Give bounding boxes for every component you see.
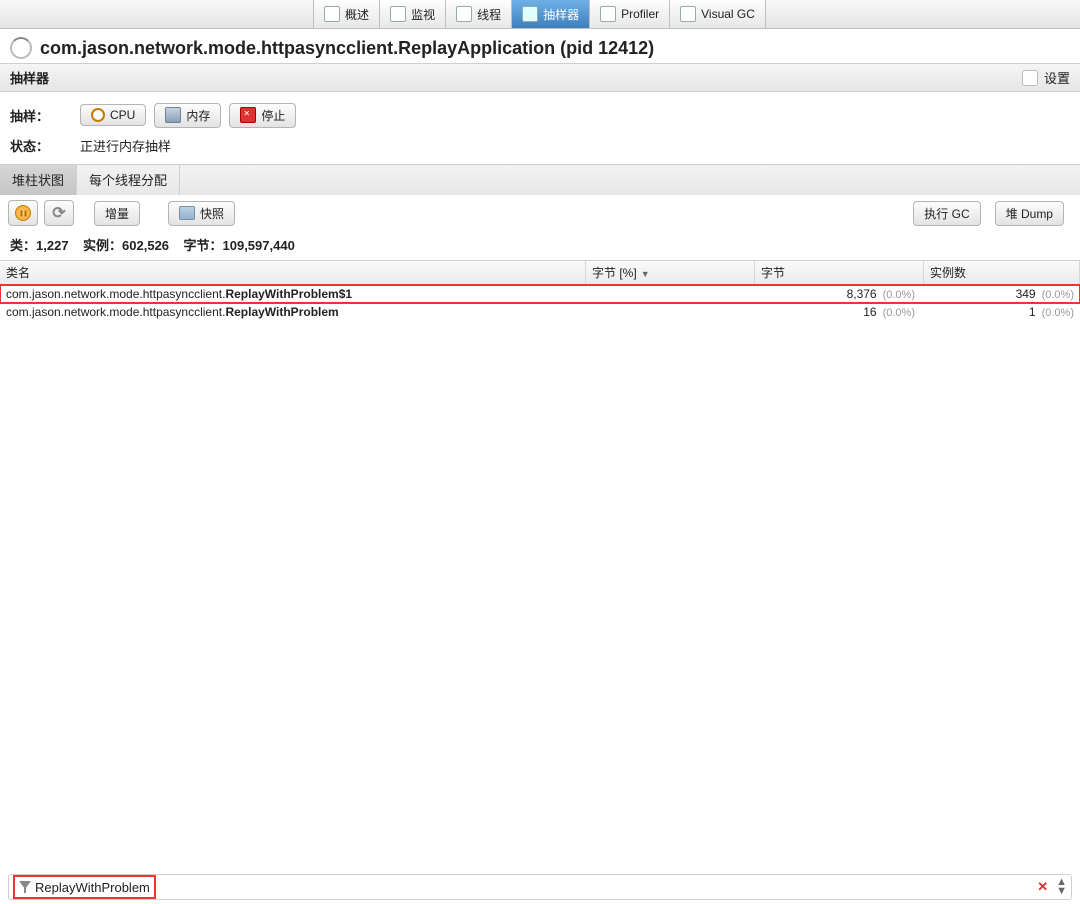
tab-sampler[interactable]: 抽样器 [511, 0, 590, 28]
perform-gc-button[interactable]: 执行 GC [913, 201, 980, 226]
section-name: 抽样器 [10, 68, 49, 87]
pause-icon [15, 205, 31, 221]
btn-label: 执行 GC [924, 205, 969, 222]
col-bytes[interactable]: 字节 [755, 261, 924, 284]
sort-desc-icon: ▼ [641, 269, 650, 279]
cell-bytes: 16(0.0%) [753, 304, 921, 320]
refresh-icon [52, 203, 65, 223]
settings-label: 设置 [1044, 68, 1070, 87]
tab-label: 抽样器 [543, 6, 579, 23]
overview-icon [324, 6, 340, 22]
profiler-icon [600, 6, 616, 22]
cell-bytes-pct [585, 311, 753, 313]
stats-summary: 类：1,227 实例：602,526 字节：109,597,440 [0, 231, 1080, 260]
tab-label: 监视 [411, 6, 435, 23]
tab-overview[interactable]: 概述 [313, 0, 380, 28]
cell-bytes: 8,376(0.0%) [753, 286, 921, 302]
classes-value: 1,227 [36, 238, 69, 253]
filter-icon [19, 881, 31, 893]
memory-sample-button[interactable]: 内存 [154, 103, 221, 128]
cpu-icon [91, 108, 105, 122]
section-header: 抽样器 设置 [0, 63, 1080, 92]
classes-label: 类： [10, 238, 36, 253]
cpu-sample-button[interactable]: CPU [80, 104, 146, 126]
status-label: 状态： [10, 136, 80, 155]
subtab-per-thread[interactable]: 每个线程分配 [77, 165, 180, 195]
col-instances[interactable]: 实例数 [924, 261, 1080, 284]
btn-label: 增量 [105, 205, 129, 222]
filter-highlight: ReplayWithProblem [13, 875, 156, 899]
instances-value: 602,526 [122, 238, 169, 253]
filter-input[interactable]: ReplayWithProblem [35, 880, 150, 895]
visualgc-icon [680, 6, 696, 22]
col-bytes-pct[interactable]: 字节 [%]▼ [586, 261, 755, 284]
tab-threads[interactable]: 线程 [445, 0, 512, 28]
refresh-button[interactable] [44, 200, 74, 226]
filter-bar: ReplayWithProblem ✕ ▲▼ [8, 874, 1072, 900]
settings-checkbox[interactable] [1022, 70, 1038, 86]
snapshot-icon [179, 206, 195, 220]
table-body: com.jason.network.mode.httpasyncclient.R… [0, 285, 1080, 321]
cell-instances: 1(0.0%) [921, 304, 1080, 320]
table-row[interactable]: com.jason.network.mode.httpasyncclient.R… [0, 303, 1080, 321]
histogram-toolbar: 增量 快照 执行 GC 堆 Dump [0, 195, 1080, 231]
sampler-subtabs: 堆柱状图 每个线程分配 [0, 164, 1080, 195]
cell-bytes-pct [585, 293, 753, 295]
table-row[interactable]: com.jason.network.mode.httpasyncclient.R… [0, 285, 1080, 303]
stop-button[interactable]: 停止 [229, 103, 296, 128]
btn-label: 内存 [186, 107, 210, 124]
page-title: com.jason.network.mode.httpasyncclient.R… [0, 29, 1080, 63]
bytes-label: 字节： [183, 238, 222, 253]
btn-label: 堆 Dump [1006, 205, 1053, 222]
snapshot-button[interactable]: 快照 [168, 201, 235, 226]
tab-monitor[interactable]: 监视 [379, 0, 446, 28]
bytes-value: 109,597,440 [223, 238, 295, 253]
table-header: 类名 字节 [%]▼ 字节 实例数 [0, 261, 1080, 285]
loading-icon [10, 37, 32, 59]
instances-label: 实例： [83, 238, 122, 253]
memory-icon [165, 107, 181, 123]
sample-label: 抽样： [10, 106, 80, 125]
cell-instances: 349(0.0%) [921, 286, 1080, 302]
status-value: 正进行内存抽样 [80, 136, 171, 155]
btn-label: 停止 [261, 107, 285, 124]
tab-profiler[interactable]: Profiler [589, 0, 670, 28]
title-text: com.jason.network.mode.httpasyncclient.R… [40, 38, 654, 59]
class-table: 类名 字节 [%]▼ 字节 实例数 com.jason.network.mode… [0, 260, 1080, 845]
clear-filter-button[interactable]: ✕ [1033, 879, 1052, 895]
subtab-heap-histogram[interactable]: 堆柱状图 [0, 165, 77, 195]
tab-label: Profiler [621, 7, 659, 21]
stop-icon [240, 107, 256, 123]
tab-label: Visual GC [701, 7, 755, 21]
btn-label: 快照 [200, 205, 224, 222]
delta-button[interactable]: 增量 [94, 201, 140, 226]
heap-dump-button[interactable]: 堆 Dump [995, 201, 1064, 226]
tab-visualgc[interactable]: Visual GC [669, 0, 766, 28]
sampler-icon [522, 6, 538, 22]
cell-classname: com.jason.network.mode.httpasyncclient.R… [0, 304, 585, 320]
filter-stepper[interactable]: ▲▼ [1056, 878, 1067, 896]
monitor-icon [390, 6, 406, 22]
sampler-controls: 抽样： CPU 内存 停止 状态： 正进行内存抽样 [0, 92, 1080, 164]
subtab-label: 每个线程分配 [89, 173, 167, 188]
window-tabs: 概述 监视 线程 抽样器 Profiler Visual GC [0, 0, 1080, 29]
col-classname[interactable]: 类名 [0, 261, 586, 284]
btn-label: CPU [110, 108, 135, 122]
threads-icon [456, 6, 472, 22]
subtab-label: 堆柱状图 [12, 173, 64, 188]
pause-button[interactable] [8, 200, 38, 226]
cell-classname: com.jason.network.mode.httpasyncclient.R… [0, 286, 585, 302]
tab-label: 线程 [477, 6, 501, 23]
tab-label: 概述 [345, 6, 369, 23]
